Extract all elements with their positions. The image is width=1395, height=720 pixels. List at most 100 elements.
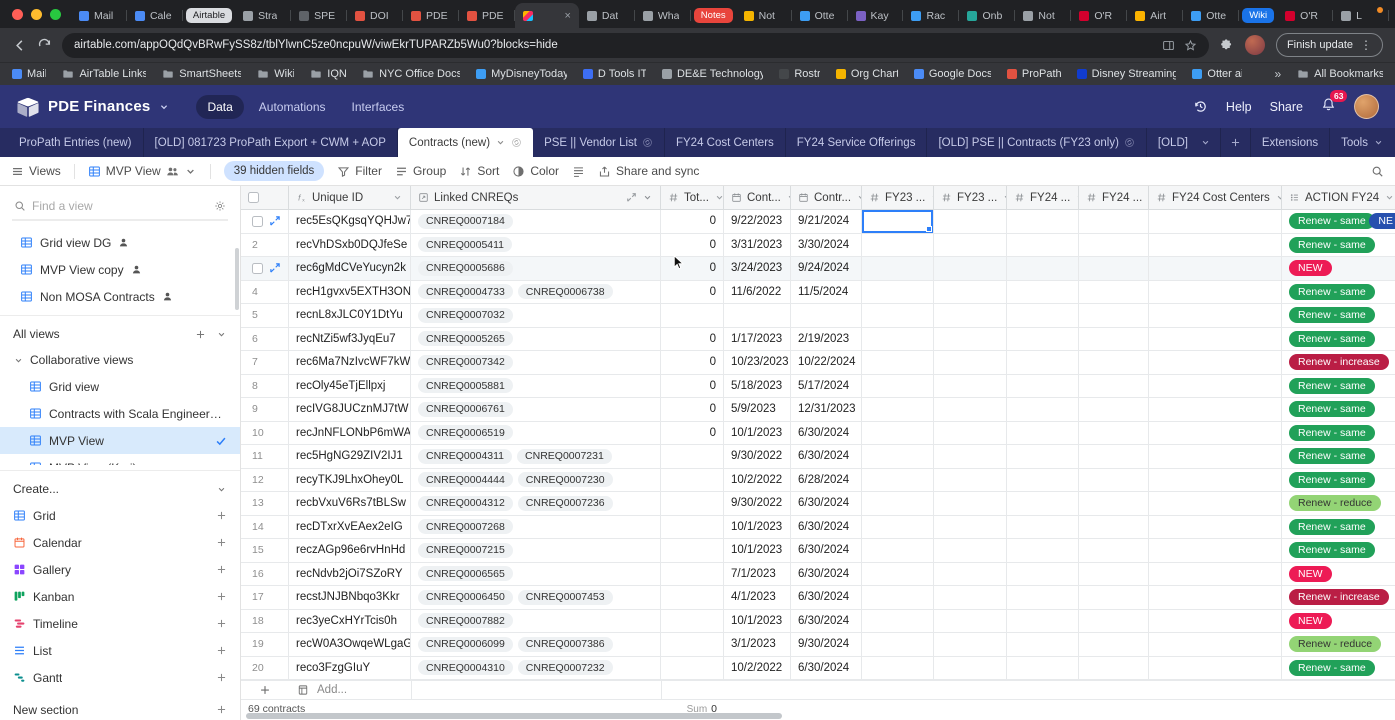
cell-unique-id[interactable]: rec3yeCxHYrTcis0h [289,609,411,632]
linked-record-chip[interactable]: CNREQ0007882 [418,613,513,629]
cell-fy24b[interactable] [1079,327,1149,350]
cell-linked-cnreqs[interactable]: CNREQ0006099 CNREQ0007386 [411,633,661,656]
cell-total[interactable] [661,656,724,679]
row-number-cell[interactable]: 14 [241,515,289,538]
table-row[interactable]: 6 recNtZi5wf3JyqEu7 CNREQ0005265 0 1/17/2023… [241,327,1395,351]
chevron-down-icon[interactable] [216,329,227,340]
cell-linked-cnreqs[interactable]: CNREQ0005265 [411,327,661,350]
cell-contract-start[interactable]: 10/2/2022 [724,468,791,491]
cell-action-fy24[interactable]: Renew - same [1282,516,1395,539]
tab-group-label[interactable]: Notes [693,8,733,23]
filter-button[interactable]: Filter [337,164,382,178]
cell-fy23a[interactable] [862,233,934,256]
bookmark-item[interactable]: Mail [12,68,46,80]
gear-icon[interactable] [214,200,226,212]
cell-fy24cc[interactable] [1149,257,1282,280]
cell-fy24a[interactable] [1007,327,1079,350]
cell-unique-id[interactable]: recstJNJBNbqo3Kkr [289,586,411,609]
cell-fy23a[interactable] [862,656,934,679]
cell-fy24cc[interactable] [1149,468,1282,491]
cell-total[interactable]: 0 [661,398,724,421]
sidebar-view-item[interactable]: MVP View [0,427,240,454]
cell-fy24a[interactable] [1007,233,1079,256]
user-avatar[interactable] [1354,94,1379,119]
linked-record-chip[interactable]: CNREQ0004312 [418,495,513,511]
linked-record-chip[interactable]: CNREQ0007236 [517,495,613,511]
row-number-cell[interactable]: 9 [241,398,289,421]
add-record-bar[interactable]: Add... [241,680,1395,700]
sort-button[interactable]: Sort [459,164,499,178]
cell-fy23a[interactable] [862,327,934,350]
cell-action-fy24[interactable]: Renew - same [1282,422,1395,445]
cell-linked-cnreqs[interactable]: CNREQ0006519 [411,421,661,444]
table-tab[interactable]: [OLD] PSE || Contracts (FY23 only) [927,128,1147,157]
plus-icon[interactable] [195,329,206,340]
cell-total[interactable] [661,539,724,562]
cell-unique-id[interactable]: recNdvb2jOi7SZoRY [289,562,411,585]
cell-contract-start[interactable]: 10/1/2023 [724,515,791,538]
airtable-logo-icon[interactable] [16,97,40,117]
add-from-template-icon[interactable] [297,684,309,696]
table-row[interactable]: 15 reczAGp96e6rvHnHd CNREQ0007215 10/1/2023… [241,539,1395,563]
cell-linked-cnreqs[interactable]: CNREQ0004311 CNREQ0007231 [411,445,661,468]
cell-fy24cc[interactable] [1149,586,1282,609]
cell-unique-id[interactable]: recJnNFLONbP6mWAV [289,421,411,444]
browser-tab[interactable]: Otte [792,3,848,28]
tab-close-icon[interactable]: × [564,10,570,22]
cell-unique-id[interactable]: recbVxuV6Rs7tBLSw [289,492,411,515]
browser-tab[interactable]: Airt [1127,3,1184,28]
search-button[interactable] [1371,165,1384,178]
column-header-fy24b[interactable]: FY24 ... [1079,186,1149,209]
row-number-cell[interactable] [241,210,289,233]
cell-unique-id[interactable]: rec6Ma7NzIvcWF7kW [289,351,411,374]
cell-action-fy24[interactable]: Renew - same [1282,234,1395,257]
cell-fy24a[interactable] [1007,374,1079,397]
table-row[interactable]: 19 recW0A3OwqeWLgaGj CNREQ0006099 CNREQ0007… [241,633,1395,657]
cell-fy24b[interactable] [1079,210,1149,233]
cell-fy23b[interactable] [934,633,1007,656]
cell-linked-cnreqs[interactable]: CNREQ0004733 CNREQ0006738 [411,280,661,303]
cell-contract-start[interactable]: 10/2/2022 [724,656,791,679]
cell-contract-end[interactable] [791,304,862,327]
row-number-cell[interactable]: 18 [241,609,289,632]
row-number-cell[interactable]: 6 [241,327,289,350]
cell-fy24cc[interactable] [1149,421,1282,444]
cell-contract-end[interactable]: 10/22/2024 [791,351,862,374]
cell-contract-start[interactable]: 3/1/2023 [724,633,791,656]
cell-contract-end[interactable]: 12/31/2023 [791,398,862,421]
share-sync-button[interactable]: Share and sync [598,164,699,178]
cell-fy24cc[interactable] [1149,210,1282,233]
linked-record-chip[interactable]: CNREQ0006761 [418,401,513,417]
cell-fy24cc[interactable] [1149,492,1282,515]
views-sidebar-toggle[interactable]: Views [11,164,61,178]
table-row[interactable]: 9 recIVG8JUCznMJ7tW CNREQ0006761 0 5/9/2023 1… [241,398,1395,422]
chevron-down-icon[interactable] [158,101,170,113]
cell-total[interactable] [661,633,724,656]
cell-contract-start[interactable]: 9/30/2022 [724,445,791,468]
cell-fy23a[interactable] [862,398,934,421]
address-bar[interactable]: airtable.com/appOQdQvBRwFySS8z/tblYlwnC5… [62,32,1209,58]
cell-fy23b[interactable] [934,327,1007,350]
find-view-input[interactable] [32,199,208,213]
cell-total[interactable] [661,304,724,327]
create-grid-button[interactable]: Grid [0,502,240,529]
cell-linked-cnreqs[interactable]: CNREQ0006565 [411,562,661,585]
cell-fy24cc[interactable] [1149,539,1282,562]
row-number-cell[interactable]: 20 [241,656,289,679]
browser-tab[interactable]: Mail [71,3,127,28]
cell-contract-start[interactable]: 5/9/2023 [724,398,791,421]
cell-fy23a[interactable] [862,374,934,397]
cell-fy23b[interactable] [934,562,1007,585]
cell-linked-cnreqs[interactable]: CNREQ0005411 [411,233,661,256]
cell-fy24b[interactable] [1079,374,1149,397]
cell-action-fy24[interactable]: Renew - same [1282,375,1395,398]
browser-tab[interactable]: Onb [959,3,1016,28]
column-header-tot[interactable]: Tot... [661,186,724,209]
browser-tab[interactable]: Not [1015,3,1072,28]
linked-record-chip[interactable]: CNREQ0005265 [418,331,513,347]
sidebar-view-item[interactable]: MVP View (Kari) [0,454,240,465]
column-header-cnreqs[interactable]: Linked CNREQs [411,186,661,209]
table-row[interactable]: 10 recJnNFLONbP6mWAV CNREQ0006519 0 10/1/202… [241,421,1395,445]
cell-fy23b[interactable] [934,421,1007,444]
bookmark-item[interactable]: ProPath [1006,68,1061,80]
